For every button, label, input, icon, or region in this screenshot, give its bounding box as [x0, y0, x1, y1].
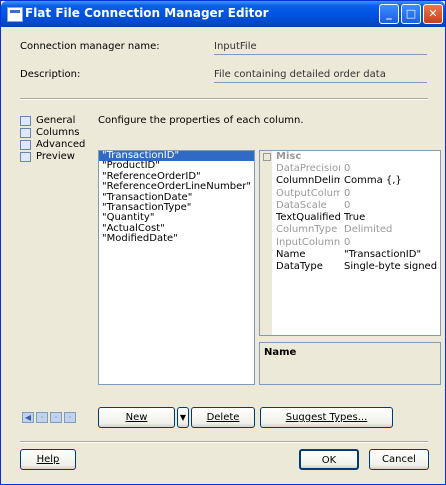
app-icon — [7, 7, 23, 22]
delete-button[interactable]: Delete — [191, 407, 255, 428]
instruction-text: Configure the properties of each column. — [98, 115, 304, 126]
property-value[interactable]: 0 — [344, 163, 440, 175]
property-row[interactable]: OutputColumnWidth 0 — [260, 188, 440, 200]
title-bar[interactable]: Flat File Connection Manager Editor _ □ … — [1, 1, 445, 27]
separator — [20, 441, 428, 443]
property-value[interactable]: True — [344, 212, 440, 224]
column-list[interactable]: "TransactionID" "ProductID" "ReferenceOr… — [98, 150, 255, 385]
nav-item-label: Columns — [36, 127, 80, 138]
help-button-label: Help — [36, 454, 60, 465]
property-row[interactable]: DataScale 0 — [260, 200, 440, 212]
close-button[interactable]: ✕ — [423, 4, 443, 24]
description-field[interactable]: File containing detailed order data — [214, 69, 427, 83]
nav-item-columns[interactable]: Columns — [20, 127, 84, 139]
property-row[interactable]: InputColumnWidth 0 — [260, 237, 440, 249]
description-label: Description: — [20, 69, 81, 80]
preview-page-icon — [20, 152, 31, 162]
property-description-panel: Name — [259, 342, 441, 385]
property-grid[interactable]: Misc DataPrecision 0 ColumnDelimiter Comma… — [259, 150, 441, 336]
scroll-page-icon[interactable]: · — [36, 412, 48, 423]
property-value[interactable]: Comma {,} — [344, 175, 440, 187]
delete-button-label: Delete — [206, 412, 240, 423]
property-row[interactable]: DataType Single-byte signed — [260, 261, 440, 273]
property-name: DataType — [276, 261, 323, 273]
property-name: OutputColumnWidth — [276, 187, 340, 199]
property-value[interactable]: Single-byte signed — [344, 261, 440, 273]
maximize-button[interactable]: □ — [401, 4, 421, 24]
new-dropdown-button[interactable]: ▼ — [177, 407, 189, 428]
property-category[interactable]: Misc — [260, 151, 440, 163]
category-label: Misc — [276, 151, 302, 162]
property-name: Name — [276, 249, 306, 261]
nav-item-label: General — [36, 115, 76, 126]
dialog-window: Flat File Connection Manager Editor _ □ … — [0, 0, 446, 485]
property-value[interactable]: 0 — [344, 188, 440, 200]
general-page-icon — [20, 116, 31, 126]
property-name: InputColumnWidth — [276, 236, 340, 248]
columns-page-icon — [20, 128, 31, 138]
property-name: DataScale — [276, 199, 327, 211]
list-item[interactable]: "ModifiedDate" — [99, 233, 254, 244]
property-row[interactable]: TextQualified True — [260, 212, 440, 224]
collapse-icon[interactable] — [263, 153, 271, 161]
window-title: Flat File Connection Manager Editor — [25, 6, 269, 20]
scroll-page-icon[interactable]: · — [64, 412, 76, 423]
new-button-label: New — [125, 412, 148, 423]
property-row[interactable]: Name "TransactionID" — [260, 249, 440, 261]
property-value[interactable]: 0 — [344, 200, 440, 212]
property-row[interactable]: ColumnDelimiter Comma {,} — [260, 175, 440, 187]
property-value[interactable]: "TransactionID" — [344, 249, 440, 261]
nav-item-general[interactable]: General — [20, 115, 84, 127]
ok-button[interactable]: OK — [299, 449, 359, 470]
scroll-page-icon[interactable]: · — [50, 412, 62, 423]
property-name: ColumnDelimiter — [276, 175, 340, 187]
advanced-page-icon — [20, 140, 31, 150]
nav-item-label: Preview — [36, 151, 75, 162]
property-name: DataPrecision — [276, 163, 340, 174]
property-name: TextQualified — [276, 212, 340, 224]
property-name: ColumnType — [276, 224, 338, 236]
nav-item-advanced[interactable]: Advanced — [20, 139, 86, 151]
minimize-button[interactable]: _ — [379, 4, 399, 24]
cancel-button[interactable]: Cancel — [369, 449, 429, 470]
new-button[interactable]: New — [98, 407, 175, 428]
property-value[interactable]: Delimited — [344, 224, 440, 236]
name-label: Connection manager name: — [20, 41, 160, 52]
nav-scroll-controls: ◀ · · · — [22, 412, 89, 425]
property-value[interactable]: 0 — [344, 237, 440, 249]
property-row[interactable]: ColumnType Delimited — [260, 224, 440, 236]
help-button[interactable]: Help — [20, 449, 76, 470]
page-nav: General Columns Advanced Preview — [20, 115, 86, 163]
suggest-types-button-label: Suggest Types... — [285, 412, 368, 423]
nav-item-preview[interactable]: Preview — [20, 151, 84, 163]
property-row[interactable]: DataPrecision 0 — [260, 163, 440, 175]
nav-item-label: Advanced — [36, 139, 86, 150]
scroll-left-icon[interactable]: ◀ — [22, 412, 34, 423]
list-item[interactable]: "ReferenceOrderLineNumber" — [99, 181, 254, 192]
name-field[interactable]: InputFile — [214, 41, 427, 55]
separator — [20, 98, 428, 100]
suggest-types-button[interactable]: Suggest Types... — [260, 407, 393, 428]
property-description-title: Name — [264, 347, 297, 358]
